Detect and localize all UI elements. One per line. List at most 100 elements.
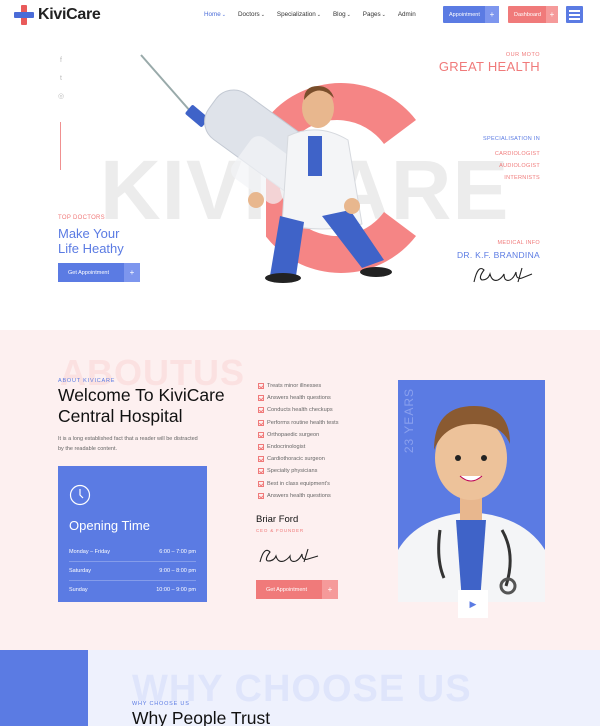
appointment-button[interactable]: Appointment + <box>443 6 499 23</box>
list-item: Treats minor illnesses <box>258 380 339 392</box>
about-label: ABOUT KIVICARE <box>58 378 116 384</box>
social-links: f t ◎ <box>56 52 66 106</box>
list-item: Conducts health checkups <box>258 404 339 416</box>
page: KiviCare Home⌄ Doctors⌄ Specialization⌄ … <box>0 0 600 726</box>
play-icon[interactable]: ▶ <box>458 590 488 618</box>
list-item: Cardiothoracic surgeon <box>258 453 339 465</box>
get-appointment-label: Get Appointment <box>68 269 109 276</box>
check-icon <box>258 456 264 463</box>
decorative-line <box>60 122 61 170</box>
ceo-name: Briar Ford <box>256 514 299 525</box>
moto-label: OUR MOTO <box>505 52 540 58</box>
list-item: Endocrinologist <box>258 441 339 453</box>
doctor-name: DR. K.F. BRANDINA <box>456 250 540 260</box>
opening-time-card: Opening Time Monday – Friday 6:00 – 7:00 … <box>58 466 207 602</box>
service-label: Conducts health checkups <box>267 407 333 414</box>
signature-image <box>473 267 533 283</box>
about-text: It is a long established fact that a rea… <box>58 436 198 452</box>
logo[interactable]: KiviCare <box>14 5 101 25</box>
service-label: Specialty physicians <box>267 468 318 475</box>
list-item: Performs routine health tests <box>258 417 339 429</box>
service-label: Performs routine health tests <box>267 419 339 426</box>
service-label: Answers health questions <box>267 492 331 499</box>
ceo-role: CEO & FOUNDER <box>256 528 304 533</box>
list-item: Answers health questions <box>258 490 339 502</box>
list-item: Specialty physicians <box>258 465 339 477</box>
top-doctors-label: TOP DOCTORS <box>58 215 105 221</box>
check-icon <box>258 444 264 451</box>
service-label: Treats minor illnesses <box>267 383 322 390</box>
clock-icon <box>69 484 91 506</box>
get-appointment-button[interactable]: Get Appointment + <box>58 263 140 282</box>
instagram-icon[interactable]: ◎ <box>56 88 66 106</box>
plus-icon: + <box>546 6 558 23</box>
hours-time: 9:00 – 8:00 pm <box>159 568 196 574</box>
list-item: Best in class equipment's <box>258 478 339 490</box>
hours-row: Saturday 9:00 – 8:00 pm <box>69 562 196 581</box>
about-title: Welcome To KiviCare Central Hospital <box>58 385 225 427</box>
hours-day: Saturday <box>69 568 92 574</box>
appointment-button-label: Appointment <box>449 11 480 18</box>
dashboard-button-label: Dashboard <box>514 11 541 18</box>
service-label: Best in class equipment's <box>267 480 330 487</box>
medical-cross-icon <box>14 5 34 25</box>
check-icon <box>258 395 264 402</box>
check-icon <box>258 468 264 475</box>
chevron-down-icon: ⌄ <box>381 12 386 18</box>
about-title-line2: Central Hospital <box>58 406 183 426</box>
services-list: Treats minor illnesses Answers health qu… <box>258 380 339 502</box>
why-title: Why People Trust <box>132 708 271 726</box>
get-appointment-button[interactable]: Get Appointment + <box>256 580 338 599</box>
logo-text: KiviCare <box>38 6 101 23</box>
hero-headline-line2: Life Heathy <box>58 241 124 256</box>
service-label: Answers health questions <box>267 395 331 402</box>
get-appointment-label: Get Appointment <box>266 586 307 593</box>
hours-day: Sunday <box>69 587 88 593</box>
hours-time: 10:00 – 9:00 pm <box>156 587 196 593</box>
check-icon <box>258 431 264 438</box>
dashboard-button[interactable]: Dashboard + <box>508 6 558 23</box>
main-menu: Home⌄ Doctors⌄ Specialization⌄ Blog⌄ Pag… <box>204 11 428 18</box>
service-label: Endocrinologist <box>267 444 306 451</box>
chevron-down-icon: ⌄ <box>346 12 351 18</box>
check-icon <box>258 480 264 487</box>
nav-item-home[interactable]: Home⌄ <box>204 11 226 18</box>
doctor-image-card <box>398 380 545 602</box>
hamburger-menu-icon[interactable] <box>566 6 583 23</box>
nav-item-pages[interactable]: Pages⌄ <box>363 11 386 18</box>
facebook-icon[interactable]: f <box>56 52 66 70</box>
check-icon <box>258 407 264 414</box>
hero-section: f t ◎ KIVICARE OUR MOTO GREAT HEA <box>0 30 600 330</box>
about-section: ABOUTUS ABOUT KIVICARE Welcome To KiviCa… <box>0 330 600 650</box>
hours-row: Monday – Friday 6:00 – 7:00 pm <box>69 543 196 562</box>
about-title-line1: Welcome To KiviCare <box>58 385 225 405</box>
opening-time-title: Opening Time <box>69 518 150 533</box>
service-label: Cardiothoracic surgeon <box>267 456 325 463</box>
years-badge: 23 YEARS <box>402 388 416 454</box>
plus-icon: + <box>485 6 499 23</box>
why-label: WHY CHOOSE US <box>132 701 190 707</box>
hours-row: Sunday 10:00 – 9:00 pm <box>69 581 196 599</box>
nav-item-admin[interactable]: Admin <box>398 11 416 18</box>
specialisation-item: AUDIOLOGIST <box>499 163 540 169</box>
hero-headline: Make Your Life Heathy <box>58 226 124 256</box>
nav-item-blog[interactable]: Blog⌄ <box>333 11 351 18</box>
specialisation-label: SPECIALISATION IN <box>483 136 540 142</box>
hours-day: Monday – Friday <box>69 549 110 555</box>
why-section: WHY CHOOSE US WHY CHOOSE US Why People T… <box>0 650 600 726</box>
hours-time: 6:00 – 7:00 pm <box>159 549 196 555</box>
why-side-block <box>0 650 88 726</box>
twitter-icon[interactable]: t <box>56 70 66 88</box>
check-icon <box>258 383 264 390</box>
specialisation-item: CARDIOLOGIST <box>494 151 540 157</box>
nav-item-doctors[interactable]: Doctors⌄ <box>238 11 265 18</box>
doctor-syringe-illustration <box>140 54 392 283</box>
check-icon <box>258 492 264 499</box>
list-item: Orthopaedic surgeon <box>258 429 339 441</box>
chevron-down-icon: ⌄ <box>221 12 226 18</box>
plus-icon: + <box>124 263 140 282</box>
chevron-down-icon: ⌄ <box>260 12 265 18</box>
nav-item-specialization[interactable]: Specialization⌄ <box>277 11 321 18</box>
check-icon <box>258 419 264 426</box>
moto-title: GREAT HEALTH <box>438 59 540 74</box>
